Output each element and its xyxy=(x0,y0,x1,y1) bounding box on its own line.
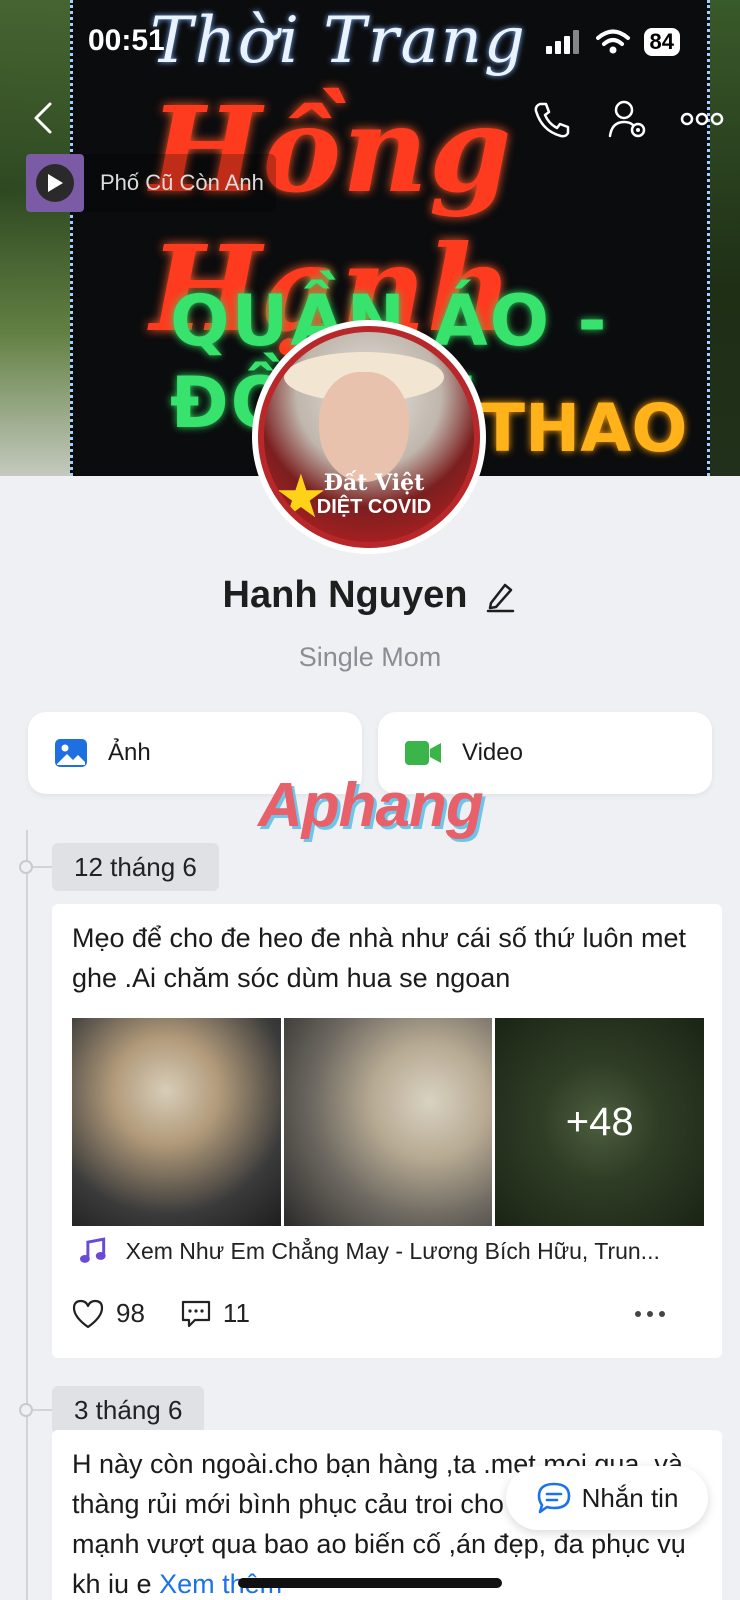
post-song-title: Xem Như Em Chẳng May - Lương Bích Hữu, T… xyxy=(125,1237,660,1264)
music-title: Phố Cũ Còn Anh xyxy=(100,170,264,195)
back-icon[interactable] xyxy=(24,98,64,138)
profile-name: Hanh Nguyen xyxy=(222,574,468,616)
profile-settings-icon[interactable] xyxy=(606,98,650,142)
timeline-line xyxy=(26,830,28,1600)
more-dots-icon xyxy=(635,1310,665,1317)
comment-count: 11 xyxy=(222,1298,250,1328)
battery-level: 84 xyxy=(643,28,680,56)
post-more-button[interactable] xyxy=(634,1309,666,1319)
videos-button-label: Video xyxy=(462,739,523,766)
avatar[interactable]: ★ Đất Việt DIỆT COVID xyxy=(252,320,486,554)
post-text: Mẹo để cho đe heo đe nhà như cái số thứ … xyxy=(72,923,687,993)
chat-bubble-icon xyxy=(537,1482,570,1514)
post-card[interactable]: Mẹo để cho đe heo đe nhà như cái số thứ … xyxy=(52,904,722,1358)
post-photo-more[interactable]: +48 xyxy=(495,1018,705,1226)
video-camera-icon xyxy=(405,741,441,765)
edit-icon[interactable] xyxy=(483,579,517,613)
like-button[interactable]: 98 xyxy=(72,1298,145,1329)
comment-button[interactable]: 11 xyxy=(181,1298,250,1329)
wifi-icon xyxy=(595,29,630,54)
music-thumbnail xyxy=(26,154,84,212)
message-button[interactable]: Nhắn tin xyxy=(506,1466,708,1530)
avatar-image: ★ Đất Việt DIỆT COVID xyxy=(258,326,480,548)
cover-sign-line1: Thời Trang xyxy=(150,4,527,78)
cover-sign-line4: THAO xyxy=(480,390,688,467)
signal-icon xyxy=(545,30,579,54)
image-icon xyxy=(55,739,87,767)
avatar-face xyxy=(319,372,409,482)
more-photos-count: +48 xyxy=(565,1099,634,1144)
timeline-connector xyxy=(33,866,53,868)
message-button-label: Nhắn tin xyxy=(581,1482,679,1513)
profile-name-row: Hanh Nguyen xyxy=(0,574,740,617)
home-indicator xyxy=(238,1578,502,1588)
profile-bio: Single Mom xyxy=(298,642,442,672)
more-icon[interactable] xyxy=(680,104,724,134)
timeline-connector xyxy=(33,1409,53,1411)
phone-icon[interactable] xyxy=(530,98,574,142)
post-photo-grid[interactable]: +48 xyxy=(72,1018,705,1226)
play-icon[interactable] xyxy=(36,164,74,202)
post-date-chip: 3 tháng 6 xyxy=(52,1386,205,1434)
post-photo[interactable] xyxy=(72,1018,281,1226)
timeline-dot xyxy=(19,860,33,874)
watermark-logo: Aphang xyxy=(258,771,484,840)
heart-icon xyxy=(72,1299,104,1328)
profile-music-pill[interactable]: Phố Cũ Còn Anh xyxy=(26,154,276,212)
avatar-frame-badge: Đất Việt DIỆT COVID xyxy=(284,470,464,534)
status-icons: 84 xyxy=(545,28,680,56)
music-note-icon xyxy=(79,1237,106,1263)
avatar-badge-line1: Đất Việt xyxy=(323,470,425,496)
comment-icon xyxy=(181,1300,211,1327)
avatar-badge-line2: DIỆT COVID xyxy=(316,496,432,518)
timeline-dot xyxy=(19,1403,33,1417)
post-song-row[interactable]: Xem Như Em Chẳng May - Lương Bích Hữu, T… xyxy=(78,1236,698,1266)
like-count: 98 xyxy=(116,1298,145,1328)
status-time: 00:51 xyxy=(88,24,165,57)
post-photo[interactable] xyxy=(283,1018,493,1226)
post-date-chip: 12 tháng 6 xyxy=(52,843,219,891)
post-actions: 98 11 xyxy=(72,1298,702,1329)
photos-button-label: Ảnh xyxy=(108,739,151,766)
